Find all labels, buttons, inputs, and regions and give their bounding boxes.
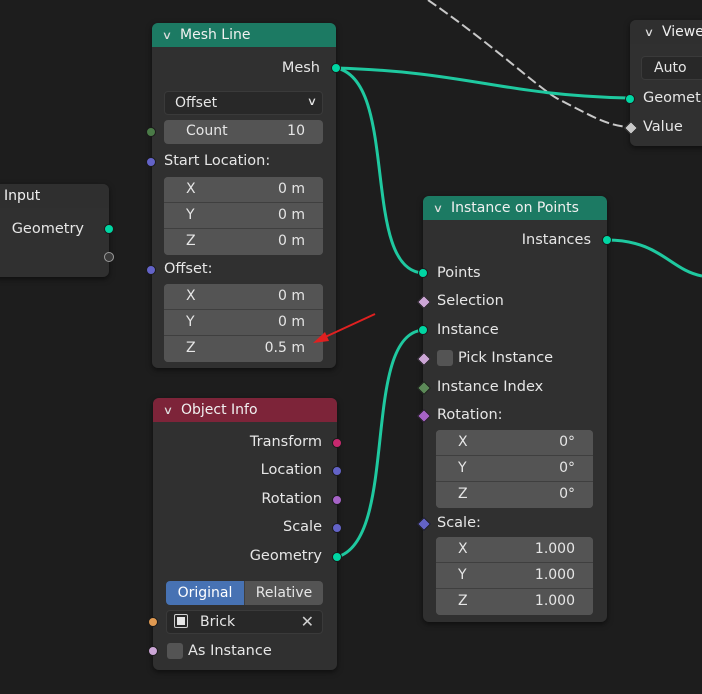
selection-socket[interactable] xyxy=(416,294,432,310)
scale-socket[interactable] xyxy=(416,516,432,532)
transform-output-label: Transform xyxy=(249,434,322,450)
offset-label: Offset: xyxy=(164,261,213,277)
instance-index-label: Instance Index xyxy=(437,379,544,395)
chevron-down-icon: ∨ xyxy=(306,95,318,108)
instance-on-points-title: Instance on Points xyxy=(451,200,579,216)
viewer-title: Viewe xyxy=(662,24,702,40)
points-label: Points xyxy=(437,265,481,281)
offset-vector[interactable]: X0 m Y0 m Z 0.5 m xyxy=(164,284,323,362)
mesh-line-title: Mesh Line xyxy=(180,27,251,43)
scale-x[interactable]: X 1.000 xyxy=(436,537,593,563)
viewer-value-label: Value xyxy=(643,119,683,135)
start-location-x[interactable]: X0 m xyxy=(164,177,323,203)
instances-out-link xyxy=(606,238,702,278)
rotation-vector[interactable]: X 0° Y 0° Z 0° xyxy=(436,430,593,508)
pick-instance-checkbox[interactable] xyxy=(437,350,453,366)
pick-instance-socket[interactable] xyxy=(416,351,432,367)
as-instance-socket[interactable] xyxy=(148,646,158,656)
instance-on-points-node[interactable]: ∨ Instance on Points Instances Points Se… xyxy=(416,196,612,622)
instance-index-socket[interactable] xyxy=(416,380,432,396)
instance-label: Instance xyxy=(437,322,499,338)
collapse-chevron-icon[interactable]: ∨ xyxy=(158,29,176,42)
object-socket[interactable] xyxy=(148,617,158,627)
instance-socket[interactable] xyxy=(418,325,428,335)
scale-output-label: Scale xyxy=(282,519,322,535)
pick-instance-label: Pick Instance xyxy=(458,350,554,366)
transform-output-socket[interactable] xyxy=(332,438,342,448)
offset-z[interactable]: Z 0.5 m xyxy=(164,336,323,362)
rotation-z[interactable]: Z 0° xyxy=(436,482,593,508)
object-cube-icon xyxy=(174,614,188,628)
start-location-z[interactable]: Z0 m xyxy=(164,229,323,255)
mesh-to-viewer-link xyxy=(335,66,629,100)
rotation-output-socket[interactable] xyxy=(332,495,342,505)
rotation-label: Rotation: xyxy=(437,407,503,423)
scale-label: Scale: xyxy=(437,515,481,531)
location-output-socket[interactable] xyxy=(332,466,342,476)
geometry-output-socket[interactable] xyxy=(332,552,342,562)
selection-label: Selection xyxy=(437,293,504,309)
count-value: 10 xyxy=(287,123,305,139)
relative-toggle[interactable]: Relative xyxy=(244,581,323,605)
object-info-node[interactable]: ∨ Object Info Transform Location Rotatio… xyxy=(148,398,342,670)
group-input-empty-socket[interactable] xyxy=(104,252,114,262)
offset-y[interactable]: Y0 m xyxy=(164,310,323,336)
mode-value: Offset xyxy=(175,95,218,111)
collapse-chevron-icon[interactable]: ∨ xyxy=(429,202,447,215)
scale-y[interactable]: Y 1.000 xyxy=(436,563,593,589)
rotation-output-label: Rotation xyxy=(261,491,322,507)
rotation-socket[interactable] xyxy=(416,408,432,424)
collapse-chevron-icon[interactable]: ∨ xyxy=(159,404,177,417)
viewer-geometry-label: Geometr xyxy=(643,90,702,106)
instances-output-label: Instances xyxy=(521,232,591,248)
scale-z[interactable]: Z 1.000 xyxy=(436,589,593,615)
start-location-vector[interactable]: X0 m Y0 m Z0 m xyxy=(164,177,323,255)
start-location-label: Start Location: xyxy=(164,153,271,169)
viewer-node[interactable]: ∨ Viewe Auto Geometr Value xyxy=(623,20,702,146)
geometry-output-label: Geometry xyxy=(249,548,322,564)
collapse-chevron-icon[interactable]: ∨ xyxy=(640,26,658,39)
group-input-node[interactable]: Input Geometry xyxy=(0,184,114,277)
group-input-geometry-label: Geometry xyxy=(11,221,84,237)
object-name: Brick xyxy=(200,614,236,630)
rotation-x[interactable]: X 0° xyxy=(436,430,593,456)
count-label: Count xyxy=(186,123,228,139)
transform-space-toggle[interactable]: Original Relative xyxy=(166,581,323,605)
count-socket[interactable] xyxy=(146,127,156,137)
start-location-socket[interactable] xyxy=(146,157,156,167)
original-toggle[interactable]: Original xyxy=(166,581,244,605)
start-location-y[interactable]: Y0 m xyxy=(164,203,323,229)
annotation-arrow xyxy=(313,313,376,343)
group-input-title: Input xyxy=(4,188,41,204)
count-field[interactable]: Count 10 xyxy=(164,120,323,144)
scale-output-socket[interactable] xyxy=(332,523,342,533)
points-socket[interactable] xyxy=(418,268,428,278)
viewer-geometry-socket[interactable] xyxy=(625,94,635,104)
mesh-to-points-link xyxy=(335,66,424,275)
group-input-geometry-socket[interactable] xyxy=(104,224,114,234)
location-output-label: Location xyxy=(260,462,322,478)
as-instance-label: As Instance xyxy=(188,643,272,659)
viewer-domain-dropdown[interactable]: Auto xyxy=(641,56,702,80)
mesh-output-label: Mesh xyxy=(281,60,320,76)
geometry-to-instance-link xyxy=(336,328,424,559)
object-picker[interactable]: Brick ✕ xyxy=(166,610,323,634)
rotation-y[interactable]: Y 0° xyxy=(436,456,593,482)
viewer-value-socket[interactable] xyxy=(623,120,639,136)
mesh-output-socket[interactable] xyxy=(331,63,341,73)
scale-vector[interactable]: X 1.000 Y 1.000 Z 1.000 xyxy=(436,537,593,615)
as-instance-checkbox[interactable] xyxy=(167,643,183,659)
offset-socket[interactable] xyxy=(146,265,156,275)
close-icon[interactable]: ✕ xyxy=(301,612,314,631)
value-link xyxy=(427,0,629,128)
object-info-title: Object Info xyxy=(181,402,258,418)
mode-dropdown[interactable]: Offset ∨ xyxy=(164,91,323,115)
instances-output-socket[interactable] xyxy=(602,235,612,245)
offset-x[interactable]: X0 m xyxy=(164,284,323,310)
viewer-domain-value: Auto xyxy=(654,60,687,76)
